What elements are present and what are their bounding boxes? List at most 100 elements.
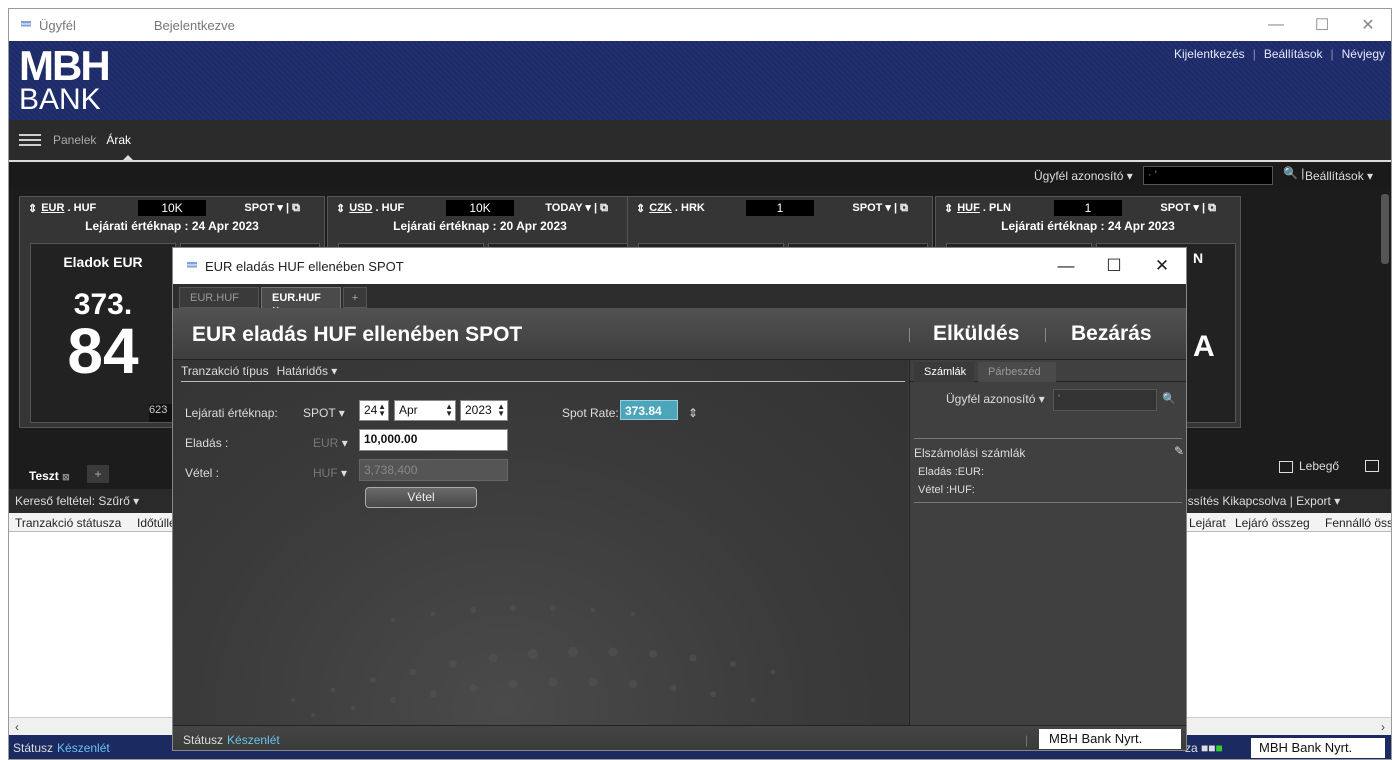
search-icon[interactable]: 🔍 | [1283, 166, 1304, 180]
tab-dialogue[interactable]: Párbeszéd [978, 362, 1056, 382]
popout-icon[interactable] [1365, 460, 1379, 472]
transaction-type-bar: Tranzakció típus Határidős ▾ [181, 364, 905, 382]
tile-tenor[interactable]: SPOT ▾ | ⧉ [852, 201, 908, 215]
sell-amount-input[interactable]: 10,000.00 [359, 429, 508, 451]
buy-label: Vétel : [185, 466, 220, 480]
col-outstanding[interactable]: Fennálló öss [1325, 516, 1391, 530]
tile-pair[interactable]: HUF [957, 202, 980, 214]
dialog-tab-2[interactable]: EUR.HUF ✕ [261, 287, 341, 315]
background-dots [291, 605, 776, 717]
sell-account: Eladás :EUR: [918, 466, 985, 478]
tile-partial-price: A [1193, 330, 1215, 363]
hamburger-icon[interactable] [19, 134, 41, 146]
day-stepper[interactable]: 24 ▲ ▼ [359, 400, 389, 421]
dialog-header-title: EUR eladás HUF ellenében SPOT [192, 323, 523, 346]
refresh-icon[interactable]: ⇕ [636, 202, 645, 215]
logo-bottom: BANK [19, 83, 101, 116]
tile-pair[interactable]: EUR [41, 202, 64, 214]
tile-pair[interactable]: CZK [649, 202, 672, 214]
dialog-tabs: EUR.HUF ✕ EUR.HUF ✕ + [173, 284, 1186, 315]
settings-dropdown[interactable]: Beállítások ▾ [1305, 169, 1373, 183]
close-button[interactable]: Bezárás [1071, 322, 1152, 346]
brand-banner: MBH BANK Kijelentkezés | Beállítások | Név… [9, 41, 1391, 120]
maximize-icon[interactable]: ☐ [1090, 248, 1138, 284]
customer-id-input[interactable]: · ' [1143, 166, 1273, 185]
customer-id-label[interactable]: Ügyfél azonosító ▾ [1034, 169, 1133, 183]
nav-prices[interactable]: Árak [106, 133, 131, 147]
tab-accounts[interactable]: Számlák [914, 362, 974, 382]
tile-side-label: Eladok EUR [63, 254, 143, 270]
tab-teszt[interactable]: Teszt ⊠ [17, 463, 83, 485]
nav-bar: Panelek Árak [9, 120, 1391, 162]
close-icon[interactable]: ✕ [1345, 9, 1391, 41]
dialog-header: EUR eladás HUF ellenében SPOT Elküldés B… [173, 308, 1186, 360]
refresh-icon[interactable]: ⇕ [336, 202, 345, 215]
minimize-icon[interactable]: — [1253, 9, 1299, 41]
pencil-icon[interactable]: ✎ [1174, 444, 1184, 458]
tile-amount[interactable]: 10K [138, 200, 206, 216]
status-fragment: za ■■■ [1185, 741, 1223, 755]
filter-selector[interactable]: Kereső feltétel: Szűrő ▾ [15, 494, 139, 508]
tile-value-date [628, 219, 932, 237]
search-icon[interactable]: 🔍 [1162, 392, 1176, 405]
top-links: Kijelentkezés | Beállítások | Névjegy [1173, 47, 1385, 61]
nav-panels[interactable]: Panelek [53, 133, 96, 147]
buy-action-button[interactable]: Vétel [365, 487, 477, 508]
tile-pair[interactable]: USD [349, 202, 372, 214]
customer-id-input[interactable]: ' [1053, 389, 1157, 411]
tile-amount[interactable]: 10K [446, 200, 514, 216]
transaction-type-label: Tranzakció típus [181, 364, 269, 378]
col-maturity[interactable]: Lejárat [1189, 516, 1226, 530]
refresh-icon[interactable]: ⇕ [944, 202, 953, 215]
dialog-add-tab[interactable]: + [343, 287, 367, 308]
tile-amount[interactable]: 1 [746, 200, 814, 216]
tile-value-date: Lejárati értéknap : 24 Apr 2023 [85, 219, 259, 233]
tile-tenor[interactable]: SPOT ▾ | ⧉ [1160, 201, 1216, 215]
tile-value-date: Lejárati értéknap : 20 Apr 2023 [393, 219, 567, 233]
dialog-tab-1[interactable]: EUR.HUF ✕ [179, 287, 259, 315]
add-tab-button[interactable]: + [87, 465, 109, 483]
col-status[interactable]: Tranzakció státusza [15, 516, 121, 530]
minimize-icon[interactable]: — [1042, 248, 1090, 284]
logo: MBH BANK [19, 42, 111, 116]
dialog-bank-name: MBH Bank Nyrt. [1039, 729, 1181, 749]
col-timeout[interactable]: Időtúllé [137, 516, 176, 530]
buy-amount-input[interactable]: 3,738,400 [359, 459, 508, 481]
settlement-accounts-title: Elszámolási számlák [914, 446, 1026, 460]
refresh-icon[interactable]: ⇕ [28, 202, 37, 215]
refresh-export-controls[interactable]: issítés Kikapcsolva | Export ▾ [1185, 494, 1340, 508]
year-stepper[interactable]: 2023 ▲ ▼ [460, 400, 508, 421]
maximize-icon[interactable]: ☐ [1299, 9, 1345, 41]
nav-active-caret [121, 155, 135, 162]
tile-tenor[interactable]: SPOT ▾ | ⧉ [244, 201, 300, 215]
vertical-scrollbar[interactable] [1381, 194, 1389, 264]
sell-currency[interactable]: EUR ▾ [313, 436, 348, 450]
close-icon[interactable]: ✕ [1138, 248, 1186, 284]
month-stepper[interactable]: Apr ▲ ▼ [394, 400, 456, 421]
send-button[interactable]: Elküldés [933, 322, 1019, 346]
scroll-right-icon[interactable]: › [1381, 720, 1385, 734]
tile-amount[interactable]: 1 [1054, 200, 1122, 216]
dialog-status-bar: Státusz Készenlét | MBH Bank Nyrt. [173, 725, 1186, 750]
settings-link[interactable]: Beállítások [1264, 47, 1323, 61]
tile-tenor[interactable]: TODAY ▾ | ⧉ [545, 201, 608, 215]
spot-rate-label: Spot Rate: [562, 406, 619, 420]
tenor-select[interactable]: SPOT ▾ [303, 406, 345, 420]
buy-currency[interactable]: HUF ▾ [313, 466, 347, 480]
scroll-left-icon[interactable]: ‹ [15, 720, 19, 734]
col-maturing-amount[interactable]: Lejáró összeg [1235, 516, 1310, 530]
divider [914, 438, 1182, 439]
logo-top: MBH [19, 42, 111, 89]
sell-price-box[interactable]: Eladok EUR 373. 84 623 [30, 243, 176, 423]
refresh-icon[interactable]: ⇕ [688, 406, 698, 420]
value-date-label: Lejárati értéknap: [185, 406, 278, 420]
customer-id-label[interactable]: Ügyfél azonosító ▾ [946, 392, 1045, 406]
status-text: Státusz Készenlét [13, 741, 110, 755]
accounts-panel: Számlák Párbeszéd Ügyfél azonosító ▾ ' 🔍… [909, 360, 1186, 725]
float-button[interactable]: Lebegő [1279, 459, 1339, 473]
sub-toolbar: Ügyfél azonosító ▾ · ' 🔍 | Beállítások ▾ [9, 164, 1391, 188]
about-link[interactable]: Névjegy [1342, 47, 1385, 61]
logout-link[interactable]: Kijelentkezés [1174, 47, 1245, 61]
transaction-type-select[interactable]: Határidős ▾ [277, 364, 338, 378]
accounts-panel-tabs: Számlák Párbeszéd [910, 360, 1186, 382]
